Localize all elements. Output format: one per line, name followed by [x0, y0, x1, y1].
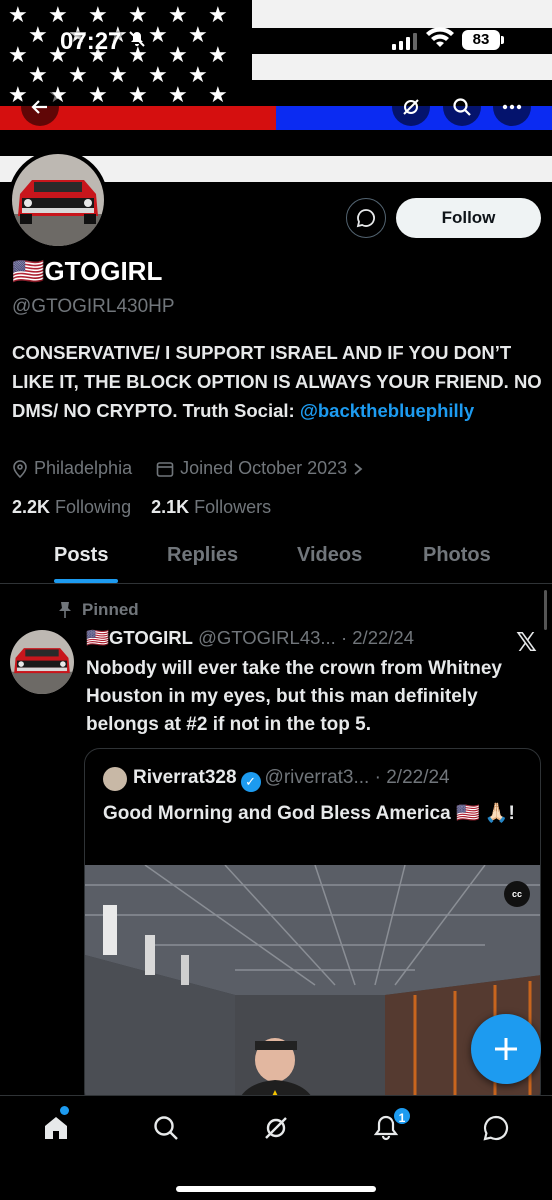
- nav-messages[interactable]: [478, 1110, 514, 1146]
- profile-name: 🇺🇸GTOGIRL: [12, 256, 163, 286]
- grok-icon: [403, 99, 419, 115]
- flag-star-icon: ★: [88, 82, 108, 107]
- quote-video[interactable]: cc: [85, 865, 540, 1107]
- status-time: 07:27: [60, 28, 122, 55]
- quote-author-name: Riverrat328: [133, 767, 237, 788]
- verified-badge-icon: ✓: [240, 772, 261, 792]
- cell-signal-icon: [392, 32, 417, 50]
- search-button[interactable]: [443, 88, 481, 126]
- pin-icon: [59, 602, 71, 618]
- chat-bubble-icon: [483, 1115, 509, 1141]
- chat-bubble-icon: [356, 209, 375, 228]
- grok-button[interactable]: [392, 88, 430, 126]
- back-button[interactable]: [21, 88, 59, 126]
- post-text[interactable]: Nobody will ever take the crown from Whi…: [86, 655, 546, 739]
- quote-author-meta: @riverrat3... · 2/22/24: [264, 767, 450, 788]
- nav-home[interactable]: [38, 1110, 74, 1146]
- plus-icon: [495, 1038, 517, 1060]
- quote-header: Riverrat328 ✓ @riverrat3... · 2/22/24: [133, 767, 450, 792]
- profile-handle: @GTOGIRL430HP: [12, 296, 175, 317]
- battery-icon: 83: [462, 30, 500, 50]
- status-bar: 07:27 83: [0, 0, 552, 80]
- profile-joined: Joined October 2023: [180, 458, 348, 478]
- x-logo-icon: 𝕏: [516, 627, 537, 657]
- flag-star-icon: ★: [208, 82, 228, 107]
- pinned-text: Pinned: [82, 600, 139, 619]
- following-count: 2.2K: [12, 497, 51, 517]
- wifi-icon: [426, 27, 454, 51]
- tab-replies[interactable]: Replies: [167, 544, 238, 567]
- profile-avatar[interactable]: [8, 150, 108, 250]
- following-label: Following: [55, 497, 132, 517]
- followers-count: 2.1K: [151, 497, 190, 517]
- home-icon: [45, 1117, 67, 1139]
- tab-posts[interactable]: Posts: [54, 544, 108, 567]
- home-notification-dot: [60, 1106, 69, 1115]
- more-button[interactable]: [493, 88, 531, 126]
- calendar-icon: [156, 461, 174, 477]
- compose-post-button[interactable]: [471, 1014, 541, 1084]
- quote-text: Good Morning and God Bless America 🇺🇸 🙏🏻…: [103, 803, 515, 824]
- post-author-name[interactable]: 🇺🇸GTOGIRL: [86, 627, 193, 648]
- profile-bio: CONSERVATIVE/ I SUPPORT ISRAEL AND IF YO…: [12, 338, 542, 425]
- grok-icon: [265, 1117, 287, 1139]
- location-pin-icon: [13, 459, 27, 478]
- nav-grok[interactable]: [258, 1110, 294, 1146]
- car-avatar-image: [12, 154, 104, 246]
- followers-link[interactable]: 2.1K Followers: [151, 497, 271, 517]
- home-indicator: [176, 1186, 376, 1192]
- nav-search[interactable]: [148, 1110, 184, 1146]
- search-icon: [453, 98, 471, 116]
- follow-button[interactable]: Follow: [396, 198, 541, 238]
- active-tab-indicator: [54, 579, 118, 583]
- follow-counts: 2.2K Following 2.1K Followers: [12, 497, 271, 518]
- flag-star-icon: ★: [168, 82, 188, 107]
- profile-meta: Philadelphia Joined October 2023: [12, 458, 363, 479]
- scrollbar[interactable]: [544, 590, 547, 630]
- arrow-left-icon: [31, 100, 47, 114]
- tab-photos[interactable]: Photos: [423, 544, 491, 567]
- tab-videos[interactable]: Videos: [297, 544, 362, 567]
- flag-star-icon: ★: [128, 82, 148, 107]
- pinned-label: Pinned: [58, 600, 139, 620]
- notifications-badge: 1: [392, 1106, 412, 1126]
- bottom-nav: 1: [0, 1095, 552, 1200]
- chevron-right-icon[interactable]: [353, 462, 363, 476]
- warehouse-video-frame: [85, 865, 540, 1107]
- car-avatar-image: [10, 630, 74, 694]
- closed-captions-icon[interactable]: cc: [504, 881, 530, 907]
- followers-label: Followers: [194, 497, 272, 517]
- following-link[interactable]: 2.2K Following: [12, 497, 131, 517]
- post-author-avatar[interactable]: [10, 630, 74, 694]
- battery-tip: [501, 36, 504, 44]
- post-header: 🇺🇸GTOGIRL @GTOGIRL43... · 2/22/24: [86, 627, 414, 649]
- search-icon: [154, 1116, 178, 1140]
- quote-author-avatar: [103, 767, 127, 791]
- message-button[interactable]: [346, 198, 386, 238]
- more-icon: [502, 104, 522, 110]
- profile-tabs: Posts Replies Videos Photos: [0, 530, 552, 584]
- bio-link[interactable]: @backthebluephilly: [300, 400, 474, 421]
- bell-off-icon: [128, 30, 146, 53]
- profile-location: Philadelphia: [34, 458, 133, 478]
- post-author-meta: @GTOGIRL43... · 2/22/24: [198, 627, 414, 648]
